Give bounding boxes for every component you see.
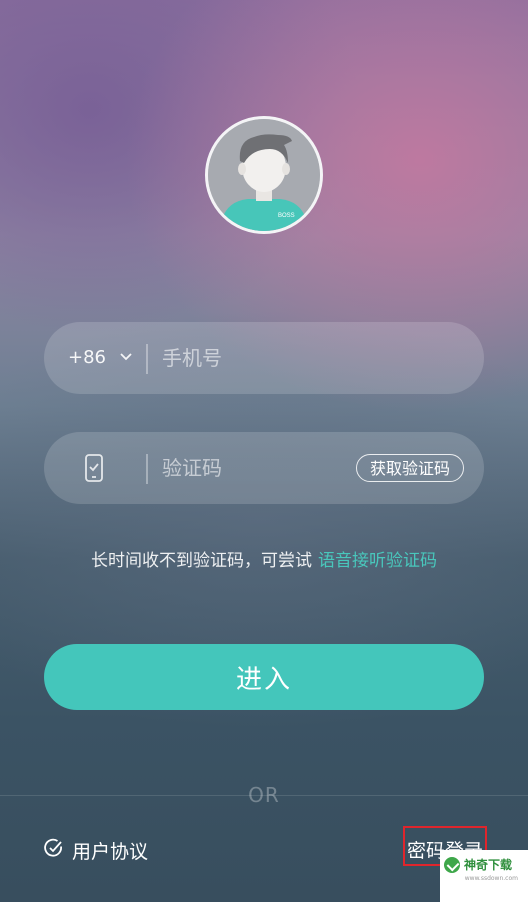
field-divider	[146, 454, 148, 484]
enter-button[interactable]: 进入	[44, 644, 484, 710]
avatar[interactable]: BOSS	[205, 116, 323, 234]
user-agreement[interactable]: 用户协议	[44, 836, 148, 864]
code-hint: 长时间收不到验证码，可尝试 语音接听验证码	[0, 546, 528, 571]
or-text: OR	[248, 783, 280, 807]
get-code-button[interactable]: 获取验证码	[356, 454, 464, 482]
login-screen: BOSS +86 获取验证码 长时间收不到验证码，可尝试语音接听验证码 进入	[0, 0, 528, 902]
check-circle-icon[interactable]	[44, 838, 64, 862]
watermark-url: www.ssdown.com	[464, 875, 518, 882]
phone-field: +86	[44, 322, 484, 394]
field-divider	[146, 344, 148, 374]
mobile-phone-icon	[84, 454, 104, 482]
avatar-badge: BOSS	[278, 213, 295, 219]
checkmark-logo-icon	[444, 856, 460, 873]
site-watermark: 神奇下载 www.ssdown.com	[440, 850, 528, 902]
phone-number-input[interactable]	[162, 322, 362, 394]
verification-code-input[interactable]	[162, 432, 342, 504]
avatar-illustration: BOSS	[208, 119, 320, 231]
verification-code-field: 获取验证码	[44, 432, 484, 504]
watermark-text: 神奇下载	[464, 858, 513, 872]
voice-code-link[interactable]: 语音接听验证码	[318, 551, 437, 571]
user-agreement-label[interactable]: 用户协议	[72, 837, 148, 864]
code-hint-text: 长时间收不到验证码，可尝试	[91, 551, 312, 571]
country-code-selector[interactable]: +86	[68, 322, 132, 394]
chevron-down-icon	[120, 320, 132, 392]
country-code-value: +86	[68, 347, 106, 368]
or-separator: OR	[0, 783, 528, 807]
